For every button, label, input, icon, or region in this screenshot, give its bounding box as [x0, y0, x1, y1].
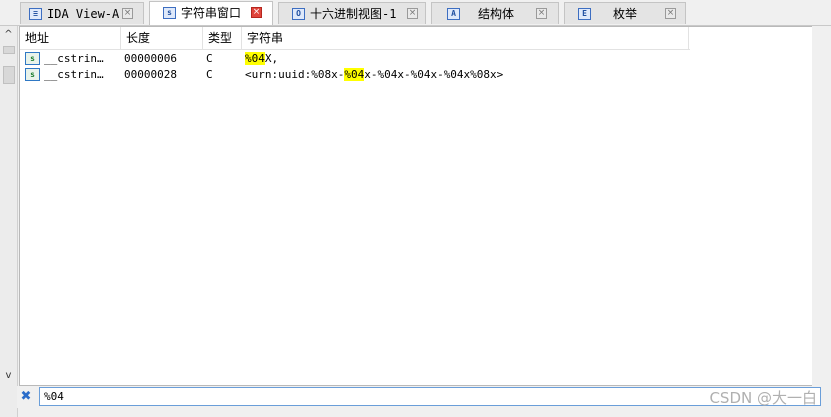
search-match-highlight: %04 — [245, 52, 265, 65]
cell-string: %04X, — [245, 51, 278, 67]
search-match-highlight: %04 — [344, 68, 365, 81]
strings-icon: s — [163, 7, 176, 19]
search-input[interactable] — [39, 387, 821, 406]
tab-label: 结构体 — [478, 7, 515, 21]
close-icon[interactable]: × — [665, 8, 676, 19]
listing-icon: ≡ — [29, 8, 42, 20]
tab-ida-view-a[interactable]: ≡ IDA View-A × — [20, 2, 144, 24]
scroll-down-button[interactable]: v — [0, 369, 17, 383]
tab-hex-view-1[interactable]: O 十六进制视图-1 × — [278, 2, 426, 24]
cell-string: <urn:uuid:%08x-%04x-%04x-%04x-%04x%08x> — [245, 67, 503, 83]
close-icon[interactable]: × — [407, 8, 418, 19]
column-length[interactable]: 长度 — [121, 27, 203, 49]
strings-list[interactable]: 地址 长度 类型 字符串 s __cstrin… 00000006 C %04X… — [19, 26, 820, 386]
tab-strings-window[interactable]: s 字符串窗口 × — [149, 1, 273, 25]
string-suffix: X, — [264, 52, 279, 65]
tab-bar: ≡ IDA View-A × s 字符串窗口 × O 十六进制视图-1 × A … — [0, 0, 831, 26]
column-header: 地址 长度 类型 字符串 — [20, 27, 690, 50]
string-icon: s — [25, 52, 40, 65]
scrollbar-thumb[interactable] — [3, 66, 15, 84]
string-suffix: x-%04x-%04x-%04x%08x> — [364, 68, 504, 81]
tab-label: 字符串窗口 — [181, 6, 242, 20]
close-icon[interactable]: × — [122, 8, 133, 19]
close-search-icon[interactable]: ✖ — [19, 390, 33, 404]
cell-length: 00000028 — [124, 68, 177, 81]
close-icon[interactable]: × — [536, 8, 547, 19]
vertical-scrollbar[interactable] — [812, 26, 831, 386]
scrollbar-thumb-top[interactable] — [3, 46, 15, 54]
close-icon[interactable]: × — [251, 7, 262, 18]
string-icon: s — [25, 68, 40, 81]
scroll-up-button[interactable]: ^ — [0, 28, 17, 42]
cell-address: __cstrin… — [44, 68, 104, 81]
tab-enums[interactable]: E 枚举 × — [564, 2, 686, 24]
column-address[interactable]: 地址 — [20, 27, 121, 49]
table-row[interactable]: s __cstrin… 00000006 C %04X, — [20, 51, 680, 67]
column-string[interactable]: 字符串 — [242, 27, 689, 49]
column-type[interactable]: 类型 — [203, 27, 242, 49]
structures-icon: A — [447, 8, 460, 20]
tab-label: 枚举 — [613, 7, 638, 21]
tab-structures[interactable]: A 结构体 × — [431, 2, 559, 24]
cell-address: __cstrin… — [44, 52, 104, 65]
cell-length: 00000006 — [124, 52, 177, 65]
enums-icon: E — [578, 8, 591, 20]
string-prefix: <urn:uuid:%08x- — [245, 68, 345, 81]
tab-label: IDA View-A — [47, 7, 120, 21]
watermark: CSDN @大一白 — [709, 389, 817, 407]
left-gutter: < ^ v — [0, 0, 18, 417]
tab-label: 十六进制视图-1 — [310, 7, 397, 21]
hex-view-icon: O — [292, 8, 305, 20]
table-row[interactable]: s __cstrin… 00000028 C <urn:uuid:%08x-%0… — [20, 67, 680, 83]
cell-type: C — [206, 68, 213, 81]
cell-type: C — [206, 52, 213, 65]
